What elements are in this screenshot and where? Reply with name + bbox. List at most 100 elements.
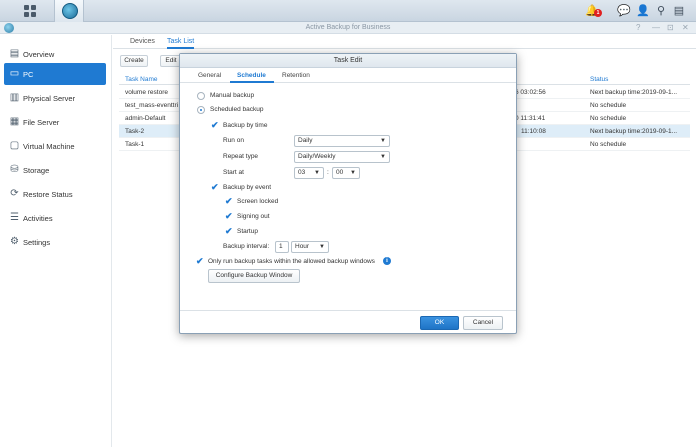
backup-interval-unit-select[interactable]: Hour ▼ (291, 241, 329, 253)
notification-icon[interactable]: 🔔 1 (585, 4, 602, 18)
sidebar-item-label: Overview (23, 50, 55, 59)
sidebar-item-restore-status[interactable]: ⟳ Restore Status (4, 183, 106, 205)
tab-schedule[interactable]: Schedule (237, 72, 266, 79)
sidebar-item-label: Settings (23, 238, 51, 247)
repeat-type-label: Repeat type (223, 153, 259, 160)
active-backup-icon (62, 3, 78, 19)
sidebar-item-label: File Server (23, 118, 60, 127)
backup-window-checkbox[interactable]: ✔ (196, 257, 205, 266)
cancel-button[interactable]: Cancel (463, 316, 503, 330)
configure-backup-window-button[interactable]: Configure Backup Window (208, 269, 300, 283)
chevron-down-icon: ▼ (380, 138, 386, 144)
task-edit-dialog: Task Edit General Schedule Retention Man… (179, 53, 517, 334)
sidebar-item-file-server[interactable]: ▦ File Server (4, 111, 106, 133)
dialog-tabs: General Schedule Retention (180, 68, 516, 83)
signing-out-label: Signing out (237, 213, 270, 220)
ok-button[interactable]: OK (420, 316, 459, 330)
pc-icon: ▭ (9, 68, 20, 79)
sidebar-item-label: Restore Status (23, 190, 73, 199)
notification-badge: 1 (594, 9, 602, 17)
activities-icon: ☰ (10, 212, 19, 223)
time-cell: 6 03:02:56 (515, 89, 546, 96)
widgets-icon[interactable]: ▤ (672, 4, 686, 18)
help-button[interactable]: ? (636, 23, 640, 32)
task-name-cell: test_mass-eventtri (125, 102, 179, 109)
sidebar-item-overview[interactable]: ▤ Overview (4, 43, 106, 65)
repeat-type-value: Daily/Weekly (298, 153, 336, 160)
manual-backup-label: Manual backup (210, 92, 255, 99)
run-on-select[interactable]: Daily ▼ (294, 135, 390, 147)
sidebar-item-label: Virtual Machine (23, 142, 75, 151)
restore-icon: ⟳ (10, 188, 19, 199)
sidebar-item-virtual-machine[interactable]: ▢ Virtual Machine (4, 135, 106, 157)
scheduled-backup-label: Scheduled backup (210, 106, 264, 113)
status-cell: No schedule (590, 141, 627, 148)
start-hour-value: 03 (298, 169, 306, 176)
column-header-status[interactable]: Status (590, 76, 608, 83)
status-cell: No schedule (590, 115, 627, 122)
backup-by-event-label: Backup by event (223, 184, 272, 191)
time-separator: : (327, 169, 329, 176)
start-hour-select[interactable]: 03 ▼ (294, 167, 324, 179)
backup-interval-label: Backup interval: (223, 243, 270, 250)
repeat-type-select[interactable]: Daily/Weekly ▼ (294, 151, 390, 163)
sidebar-item-settings[interactable]: ⚙ Settings (4, 231, 106, 253)
backup-interval-input[interactable]: 1 (275, 241, 289, 253)
time-cell: 11:10:08 (521, 128, 546, 135)
info-icon[interactable]: i (383, 257, 391, 265)
chevron-down-icon: ▼ (380, 154, 386, 160)
sidebar-item-label: Storage (23, 166, 50, 175)
screen-locked-checkbox[interactable]: ✔ (225, 197, 234, 206)
dialog-title: Task Edit (180, 54, 516, 68)
backup-by-time-label: Backup by time (223, 122, 268, 129)
startup-label: Startup (237, 228, 258, 235)
sidebar-item-label: Activities (23, 214, 53, 223)
tab-general[interactable]: General (198, 72, 221, 79)
screen-locked-label: Screen locked (237, 198, 279, 205)
create-button[interactable]: Create (120, 55, 148, 67)
main-tabs: Devices Task List (113, 35, 696, 49)
task-name-cell: admin-Default (125, 115, 166, 122)
window-titlebar: Active Backup for Business ? — ⊡ ✕ (0, 22, 696, 34)
startup-checkbox[interactable]: ✔ (225, 227, 234, 236)
tab-task-list[interactable]: Task List (167, 38, 195, 49)
run-on-value: Daily (298, 137, 313, 144)
sidebar-item-pc[interactable]: ▭ PC (4, 63, 106, 85)
sidebar-item-physical-server[interactable]: ▥ Physical Server (4, 87, 106, 109)
active-tab-indicator (230, 81, 274, 83)
time-cell: 0 11:31:41 (515, 115, 546, 122)
minimize-button[interactable]: — (652, 23, 660, 32)
dialog-footer-divider (180, 310, 516, 311)
sidebar-item-label: Physical Server (23, 94, 76, 103)
column-header-task-name[interactable]: Task Name (125, 76, 158, 83)
active-backup-taskbar-button[interactable] (54, 0, 84, 22)
main-menu-icon[interactable] (21, 4, 41, 18)
backup-by-event-checkbox[interactable]: ✔ (211, 183, 220, 192)
user-icon[interactable]: 👤 (636, 4, 650, 18)
tab-devices[interactable]: Devices (130, 38, 155, 45)
close-button[interactable]: ✕ (682, 23, 689, 32)
task-name-cell: Task-1 (125, 141, 145, 148)
status-cell: Next backup time:2019-09-1... (590, 128, 678, 135)
start-minute-select[interactable]: 00 ▼ (332, 167, 360, 179)
sidebar-item-activities[interactable]: ☰ Activities (4, 207, 106, 229)
sidebar-item-storage[interactable]: ⛁ Storage (4, 159, 106, 181)
chevron-down-icon: ▼ (319, 244, 325, 250)
sidebar: ▤ Overview ▭ PC ▥ Physical Server ▦ File Ser… (0, 35, 112, 447)
maximize-button[interactable]: ⊡ (667, 23, 674, 32)
sidebar-item-label: PC (23, 70, 34, 79)
status-cell: No schedule (590, 102, 627, 109)
backup-by-time-checkbox[interactable]: ✔ (211, 121, 220, 130)
chevron-down-icon: ▼ (314, 170, 320, 176)
manual-backup-radio[interactable] (197, 92, 205, 100)
window-title: Active Backup for Business (305, 24, 391, 31)
tab-retention[interactable]: Retention (282, 72, 310, 79)
start-minute-value: 00 (336, 169, 344, 176)
scheduled-backup-radio[interactable] (197, 106, 205, 114)
chat-icon[interactable]: 💬 (617, 4, 631, 18)
status-cell: Next backup time:2019-09-1... (590, 89, 678, 96)
start-at-label: Start at (223, 169, 244, 176)
search-icon[interactable]: ⚲ (654, 4, 668, 18)
task-name-cell: Task-2 (125, 128, 145, 135)
signing-out-checkbox[interactable]: ✔ (225, 212, 234, 221)
